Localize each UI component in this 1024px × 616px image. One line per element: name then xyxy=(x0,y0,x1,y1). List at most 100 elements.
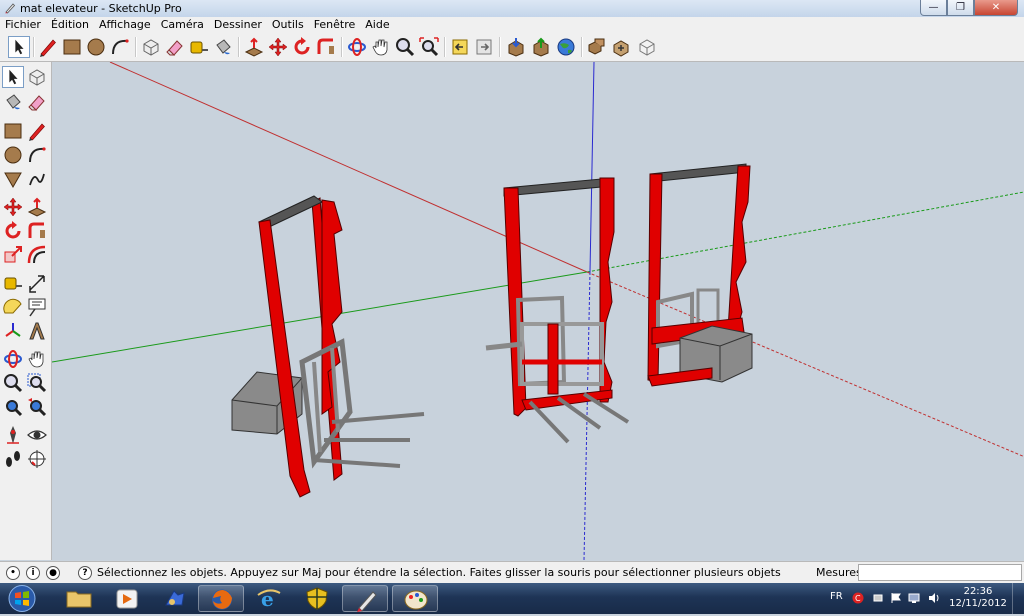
measurements-field[interactable] xyxy=(858,564,1022,581)
zoom-extents-icon xyxy=(419,37,439,57)
left-rectangle-button[interactable] xyxy=(2,120,24,142)
left-circle-button[interactable] xyxy=(2,144,24,166)
circle-tool-button[interactable] xyxy=(85,36,107,58)
menu-dessiner[interactable]: Dessiner xyxy=(209,17,267,33)
start-button[interactable] xyxy=(2,584,42,613)
left-select-button[interactable] xyxy=(2,66,24,88)
move-tool-button[interactable] xyxy=(267,36,289,58)
left-arc-button[interactable] xyxy=(26,144,48,166)
follow-me-button[interactable] xyxy=(315,36,337,58)
left-tape-measure-button[interactable] xyxy=(2,272,24,294)
add-location-button[interactable] xyxy=(586,36,608,58)
forklift-mast-right[interactable] xyxy=(647,163,753,387)
get-models-button[interactable] xyxy=(505,36,527,58)
previous-view-button[interactable] xyxy=(449,36,471,58)
component-icon xyxy=(143,39,159,56)
left-freehand-button[interactable] xyxy=(26,168,48,190)
left-pan-button[interactable] xyxy=(26,348,48,370)
3d-warehouse-button[interactable] xyxy=(555,36,577,58)
left-protractor-button[interactable] xyxy=(2,296,24,318)
input-language[interactable]: FR xyxy=(830,591,843,602)
volume-tray-icon[interactable] xyxy=(928,592,940,604)
next-view-button[interactable] xyxy=(473,36,495,58)
scene-canvas[interactable] xyxy=(52,62,1024,560)
taskbar-sketchup[interactable] xyxy=(342,585,388,612)
paint-bucket-button[interactable] xyxy=(212,36,234,58)
line-tool-button[interactable] xyxy=(37,36,59,58)
system-clock[interactable]: 22:36 12/11/2012 xyxy=(948,586,1008,610)
toggle-terrain-button[interactable] xyxy=(610,36,632,58)
left-walk-button[interactable] xyxy=(2,448,24,470)
left-orbit-button[interactable] xyxy=(2,348,24,370)
model-viewport[interactable] xyxy=(52,62,1024,560)
minimize-button[interactable]: — xyxy=(920,0,947,16)
menu-fenetre[interactable]: Fenêtre xyxy=(309,17,361,33)
left-polygon-button[interactable] xyxy=(2,168,24,190)
maximize-button[interactable]: ❐ xyxy=(947,0,974,16)
taskbar-explorer[interactable] xyxy=(56,585,102,612)
left-push-pull-button[interactable] xyxy=(26,196,48,218)
share-model-button[interactable] xyxy=(530,36,552,58)
freehand-icon xyxy=(29,173,45,186)
left-position-camera-button[interactable] xyxy=(2,424,24,446)
left-zoom-window-button[interactable] xyxy=(26,372,48,394)
usb-tray-icon[interactable] xyxy=(872,592,884,604)
network-tray-icon[interactable] xyxy=(908,592,920,604)
eye-icon xyxy=(27,430,47,440)
arc-tool-button[interactable] xyxy=(109,36,131,58)
pan-tool-button[interactable] xyxy=(370,36,392,58)
rectangle-tool-button[interactable] xyxy=(61,36,83,58)
left-text-button[interactable] xyxy=(26,296,48,318)
left-offset-button[interactable] xyxy=(26,244,48,266)
taskbar-shield-app[interactable] xyxy=(294,585,340,612)
left-zoom-extents-button[interactable] xyxy=(2,396,24,418)
menu-affichage[interactable]: Affichage xyxy=(94,17,156,33)
antivirus-tray-icon[interactable]: C xyxy=(852,592,864,604)
left-rotate-button[interactable] xyxy=(2,220,24,242)
show-desktop-button[interactable] xyxy=(1012,583,1024,614)
left-look-around-button[interactable] xyxy=(26,424,48,446)
geo-location-indicator[interactable]: • xyxy=(6,566,20,580)
zoom-extents-button[interactable] xyxy=(418,36,440,58)
left-follow-me-button[interactable] xyxy=(26,220,48,242)
extension-warehouse-button[interactable] xyxy=(636,36,658,58)
left-section-plane-button[interactable] xyxy=(26,448,48,470)
user-indicator[interactable]: ● xyxy=(46,566,60,580)
zoom-tool-button[interactable] xyxy=(394,36,416,58)
left-dimension-button[interactable] xyxy=(26,272,48,294)
menu-aide[interactable]: Aide xyxy=(360,17,394,33)
left-paint-button[interactable] xyxy=(2,91,24,113)
eraser-tool-button[interactable] xyxy=(164,36,186,58)
credits-indicator[interactable]: i xyxy=(26,566,40,580)
taskbar-internet-explorer[interactable]: e xyxy=(246,585,292,612)
left-previous-button[interactable] xyxy=(26,396,48,418)
left-component-button[interactable] xyxy=(26,66,48,88)
orbit-tool-button[interactable] xyxy=(346,36,368,58)
terrain-icon xyxy=(613,40,629,57)
flag-tray-icon[interactable] xyxy=(890,592,902,604)
taskbar-media-player[interactable] xyxy=(104,585,150,612)
left-scale-button[interactable] xyxy=(2,244,24,266)
make-component-button[interactable] xyxy=(140,36,162,58)
taskbar-firefox[interactable] xyxy=(198,585,244,612)
menu-edition[interactable]: Édition xyxy=(46,17,94,33)
taskbar-paint[interactable] xyxy=(392,585,438,612)
left-eraser-button[interactable] xyxy=(26,91,48,113)
left-line-button[interactable] xyxy=(26,120,48,142)
push-pull-button[interactable] xyxy=(243,36,265,58)
forklift-mast-center[interactable] xyxy=(485,177,630,444)
help-indicator[interactable]: ? xyxy=(78,566,92,580)
tape-measure-button[interactable] xyxy=(188,36,210,58)
rotate-tool-button[interactable] xyxy=(291,36,313,58)
left-3d-text-button[interactable] xyxy=(26,320,48,342)
menu-camera[interactable]: Caméra xyxy=(156,17,209,33)
taskbar-program[interactable] xyxy=(152,585,198,612)
close-button[interactable]: ✕ xyxy=(974,0,1018,16)
menu-outils[interactable]: Outils xyxy=(267,17,309,33)
menu-fichier[interactable]: Fichier xyxy=(0,17,46,33)
select-tool-button[interactable] xyxy=(8,36,30,58)
left-zoom-button[interactable] xyxy=(2,372,24,394)
forklift-mast-left[interactable] xyxy=(231,195,425,498)
left-axes-button[interactable] xyxy=(2,320,24,342)
left-move-button[interactable] xyxy=(2,196,24,218)
